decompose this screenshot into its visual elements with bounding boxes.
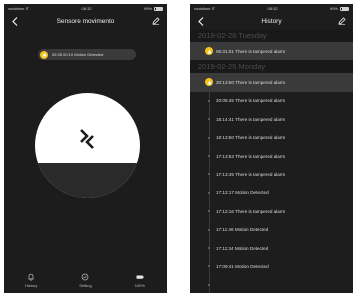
timeline-dot bbox=[208, 191, 210, 194]
history-entry[interactable]: 17:13:45 There is tampered alarm bbox=[190, 165, 353, 183]
device-screen: vodafone IT 08:32 99% History 2019-02-26… bbox=[190, 4, 353, 293]
history-entry[interactable]: 18:14:41 There is tampered alarm bbox=[190, 110, 353, 128]
status-bar: vodafone IT 08:32 99% bbox=[190, 4, 353, 13]
chevron-left-icon bbox=[12, 16, 18, 26]
last-event-text: 06:35 00:10 Motion Detected bbox=[52, 52, 104, 57]
history-group: 06:31:01 There is tampered alarm bbox=[190, 42, 353, 61]
entry-time: 06:31:01 bbox=[216, 48, 234, 54]
timeline-dot bbox=[208, 154, 210, 157]
page-title: History bbox=[261, 17, 282, 25]
page-title: Sensore movimento bbox=[56, 17, 115, 25]
entry-time: 17:13:53 bbox=[216, 153, 234, 159]
carrier-label: vodafone IT bbox=[194, 6, 216, 11]
history-entry[interactable]: 17:11:46 Motion Detected bbox=[190, 221, 353, 239]
clock-label: 08:32 bbox=[81, 6, 92, 11]
alert-icon bbox=[205, 47, 213, 55]
timeline-dot bbox=[208, 210, 210, 213]
entry-text: There is tampered alarm bbox=[235, 98, 286, 104]
battery-icon bbox=[136, 275, 144, 279]
alert-icon bbox=[205, 78, 213, 87]
carrier-label: vodafone IT bbox=[8, 6, 30, 11]
entry-text: There is tampered alarm bbox=[235, 80, 286, 86]
timeline-dot bbox=[208, 246, 210, 249]
timeline-dot bbox=[208, 283, 210, 286]
dial-lower-segment bbox=[35, 163, 140, 198]
entry-text: There is tampered alarm bbox=[235, 172, 286, 178]
device-screen: vodafone IT 08:32 99% Sensore movimento … bbox=[4, 4, 167, 293]
history-entry[interactable] bbox=[190, 276, 353, 293]
last-event-banner[interactable]: 06:35 00:10 Motion Detected bbox=[38, 49, 136, 60]
date-header: 2019-02-25 Monday bbox=[190, 60, 353, 74]
entry-text: There is tampered alarm bbox=[235, 135, 286, 141]
history-entry[interactable]: 18:13:50 There is tampered alarm bbox=[190, 129, 353, 147]
history-entry[interactable]: 20:13:50 There is tampered alarm bbox=[190, 73, 353, 92]
history-entry[interactable]: 17:12:17 Motion Detected bbox=[190, 184, 353, 202]
history-entry[interactable]: 17:11:34 Motion Detected bbox=[190, 239, 353, 257]
timeline-dot bbox=[208, 136, 210, 139]
gear-icon bbox=[82, 273, 89, 280]
entry-time: 20:05:45 bbox=[216, 98, 234, 104]
nav-bar: Sensore movimento bbox=[4, 13, 167, 29]
entry-time: 17:11:46 bbox=[216, 227, 234, 233]
entry-text: Motion Detected bbox=[235, 190, 269, 196]
entry-text: There is tampered alarm bbox=[235, 48, 286, 54]
timeline-dot bbox=[208, 99, 210, 102]
battery-icon bbox=[154, 6, 163, 11]
status-bar: vodafone IT 08:32 99% bbox=[4, 4, 167, 13]
history-entry[interactable]: 20:05:45 There is tampered alarm bbox=[190, 92, 353, 110]
edit-button[interactable] bbox=[337, 16, 347, 26]
alert-icon bbox=[40, 50, 48, 59]
entry-text: Motion Detected bbox=[234, 227, 269, 233]
entry-time: 18:14:41 bbox=[216, 116, 234, 122]
tab-history[interactable]: History bbox=[4, 267, 58, 293]
entry-text: Motion Detected bbox=[234, 245, 269, 251]
bell-icon bbox=[28, 273, 34, 281]
edit-button[interactable] bbox=[151, 16, 161, 26]
date-header: 2019-02-26 Tuesday bbox=[190, 29, 353, 42]
entry-time: 20:13:50 bbox=[216, 80, 234, 86]
history-entry[interactable]: 17:12:16 There is tampered alarm bbox=[190, 202, 353, 220]
timeline-dot bbox=[208, 265, 210, 268]
entry-time: 17:09:41 bbox=[216, 263, 234, 269]
history-entry[interactable]: 06:31:01 There is tampered alarm bbox=[190, 42, 353, 61]
history-group: 20:13:50 There is tampered alarm 20:05:4… bbox=[190, 73, 353, 293]
entry-time: 18:13:50 bbox=[216, 135, 234, 141]
entry-time: 17:11:34 bbox=[216, 245, 234, 251]
battery-icon bbox=[340, 6, 349, 11]
battery-percent-label: 100% bbox=[134, 282, 145, 288]
entry-text: Motion Detected bbox=[235, 263, 269, 269]
nav-bar: History bbox=[190, 13, 353, 29]
pencil-icon bbox=[152, 17, 160, 25]
history-entry[interactable]: 17:13:53 There is tampered alarm bbox=[190, 147, 353, 165]
tab-history-label: History bbox=[24, 282, 38, 288]
timeline-dot bbox=[208, 173, 210, 176]
tab-setting[interactable]: Setting bbox=[58, 267, 112, 293]
entry-text: There is tampered alarm bbox=[235, 153, 286, 159]
history-entry[interactable]: 17:09:41 Motion Detected bbox=[190, 257, 353, 275]
back-button[interactable] bbox=[196, 16, 206, 26]
bottom-tab-bar: History Setting 100% bbox=[4, 267, 167, 293]
motion-sensor-icon bbox=[80, 129, 94, 149]
battery-level-label: 99% bbox=[329, 6, 338, 11]
timeline-dot bbox=[208, 118, 210, 121]
tab-battery[interactable]: 100% bbox=[113, 267, 167, 293]
entry-time: 17:12:16 bbox=[216, 208, 234, 214]
chevron-left-icon bbox=[198, 16, 204, 26]
pencil-icon bbox=[338, 17, 346, 25]
tab-setting-label: Setting bbox=[79, 282, 92, 288]
entry-text: There is tampered alarm bbox=[235, 208, 286, 214]
sensor-status-dial bbox=[35, 93, 140, 198]
timeline-dot bbox=[208, 228, 210, 231]
entry-time: 17:12:17 bbox=[216, 190, 234, 196]
entry-time: 17:13:45 bbox=[216, 172, 234, 178]
battery-level-label: 99% bbox=[143, 6, 152, 11]
clock-label: 08:32 bbox=[267, 6, 278, 11]
back-button[interactable] bbox=[10, 16, 20, 26]
entry-text: There is tampered alarm bbox=[235, 116, 286, 122]
